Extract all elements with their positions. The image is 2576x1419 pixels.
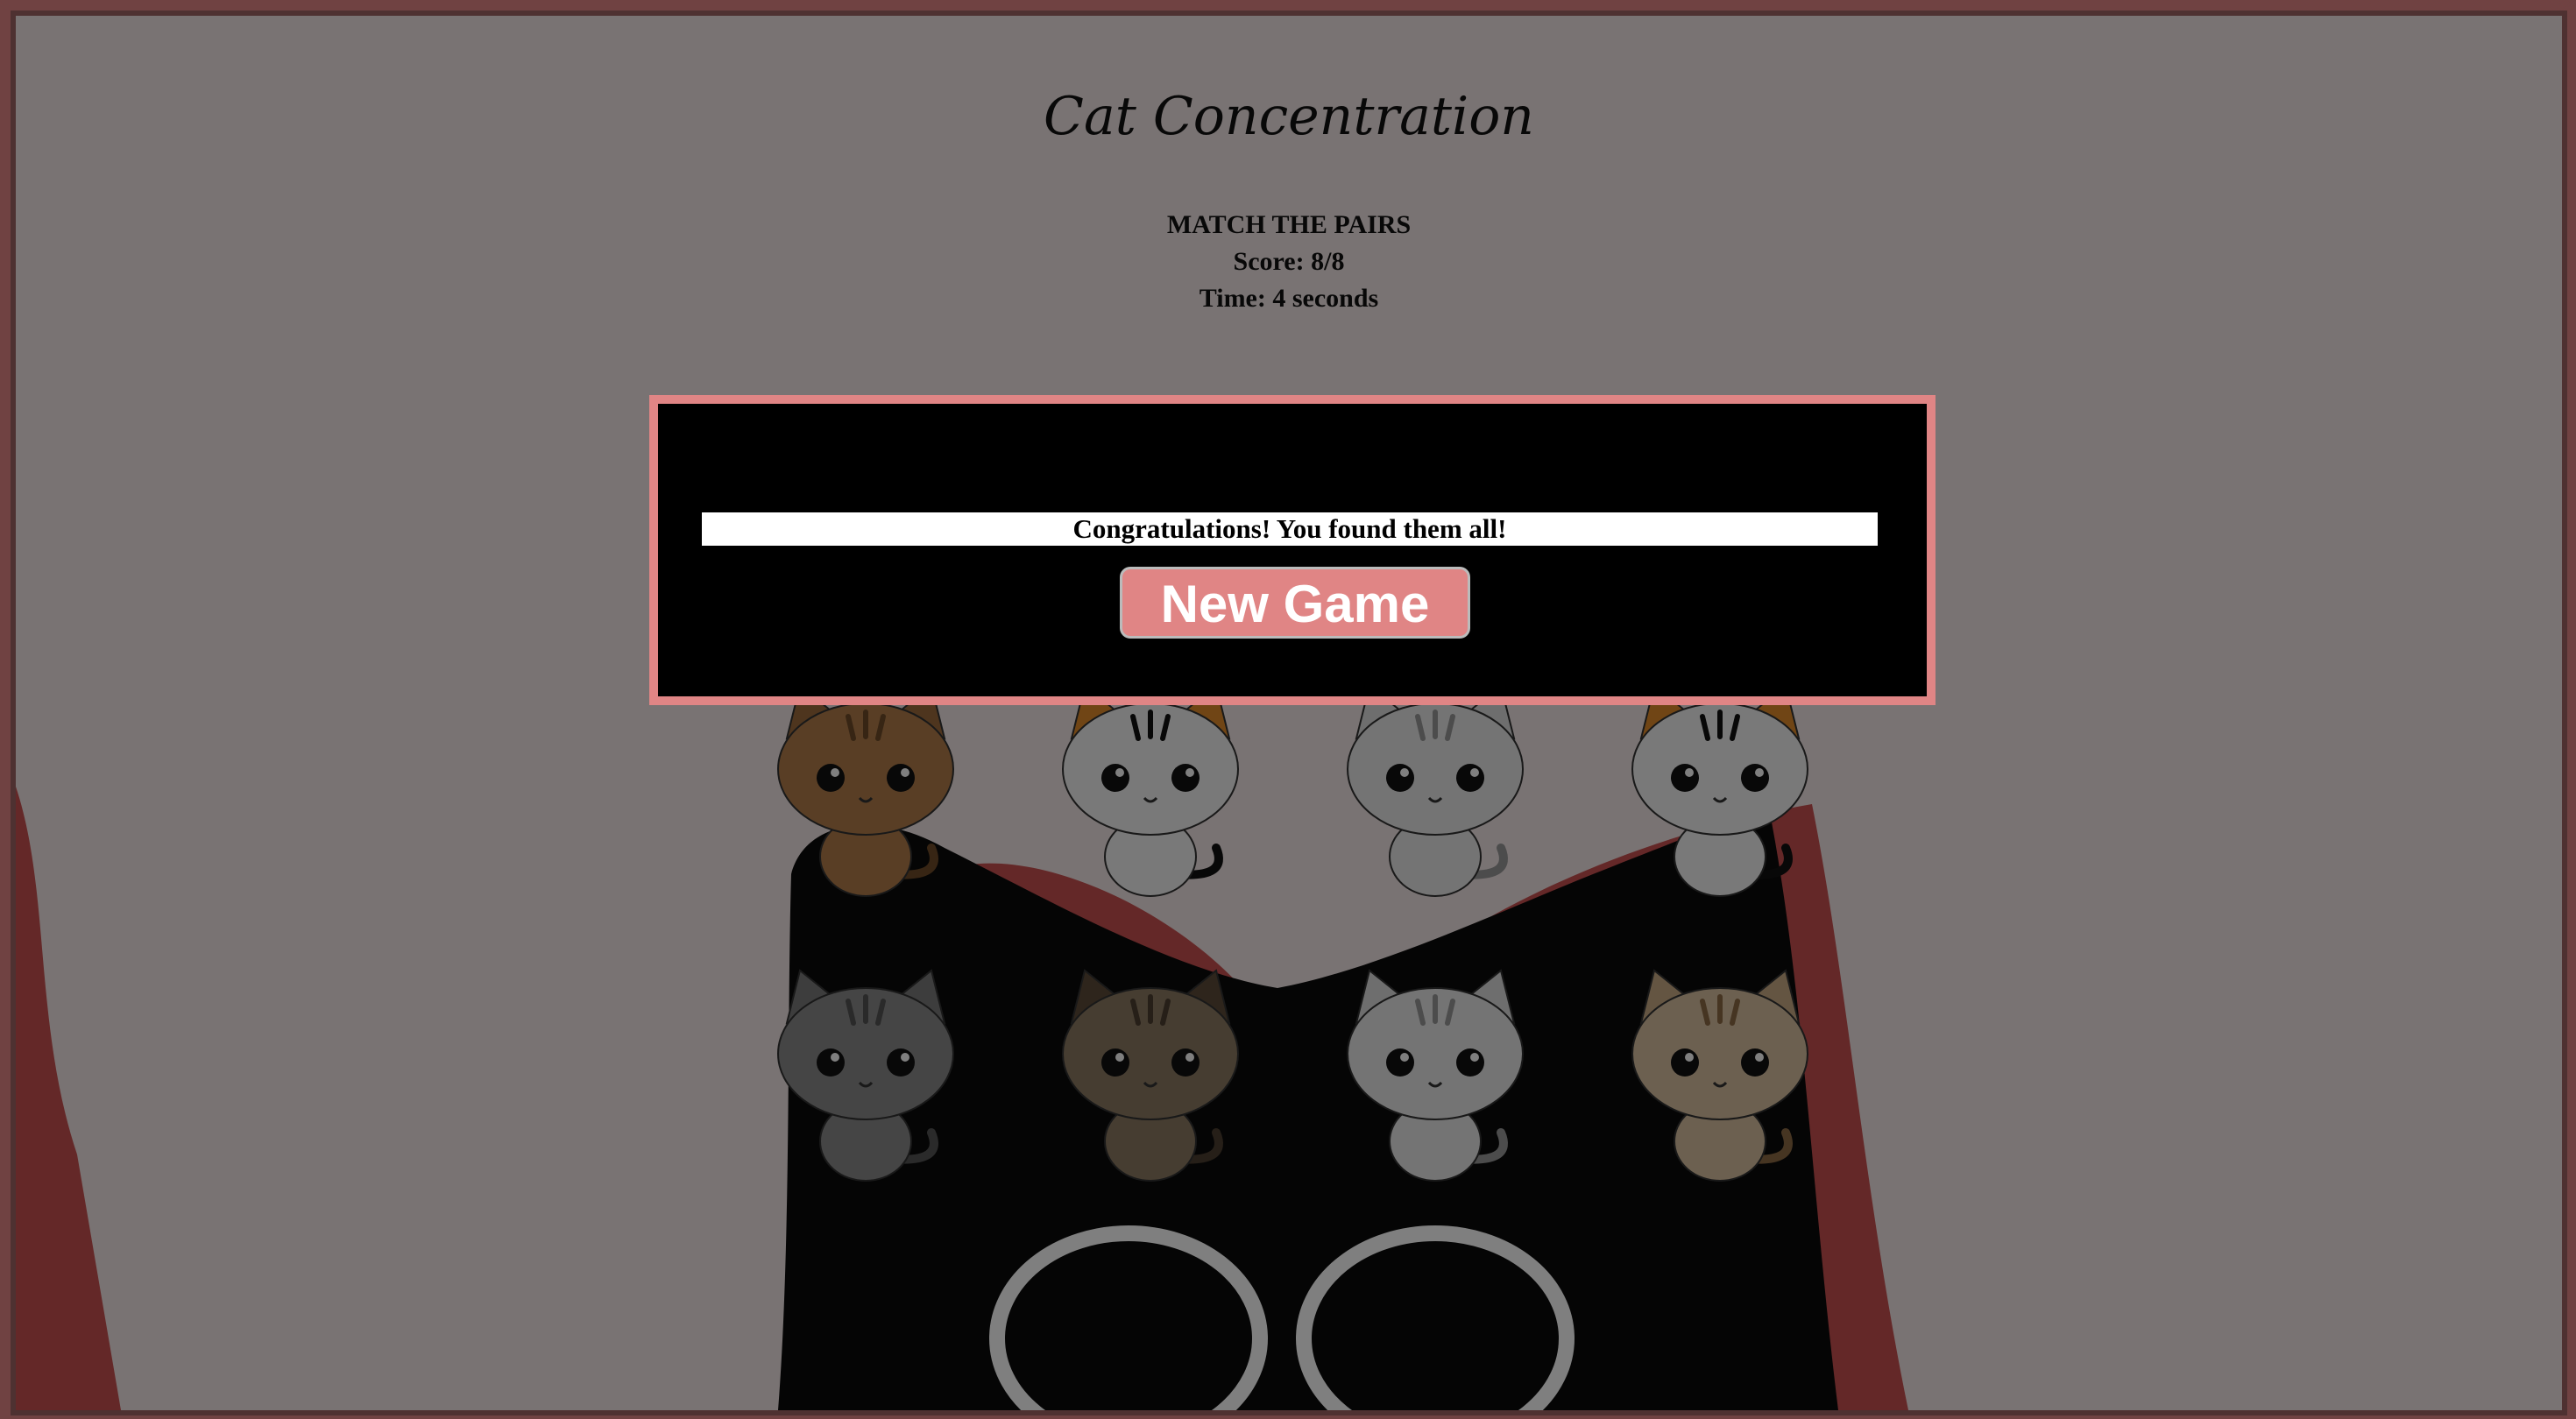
win-message: Congratulations! You found them all! — [702, 512, 1878, 546]
new-game-button[interactable]: New Game — [1120, 567, 1470, 639]
win-dialog: Congratulations! You found them all! New… — [649, 395, 1936, 705]
modal-backdrop — [0, 0, 2576, 1419]
